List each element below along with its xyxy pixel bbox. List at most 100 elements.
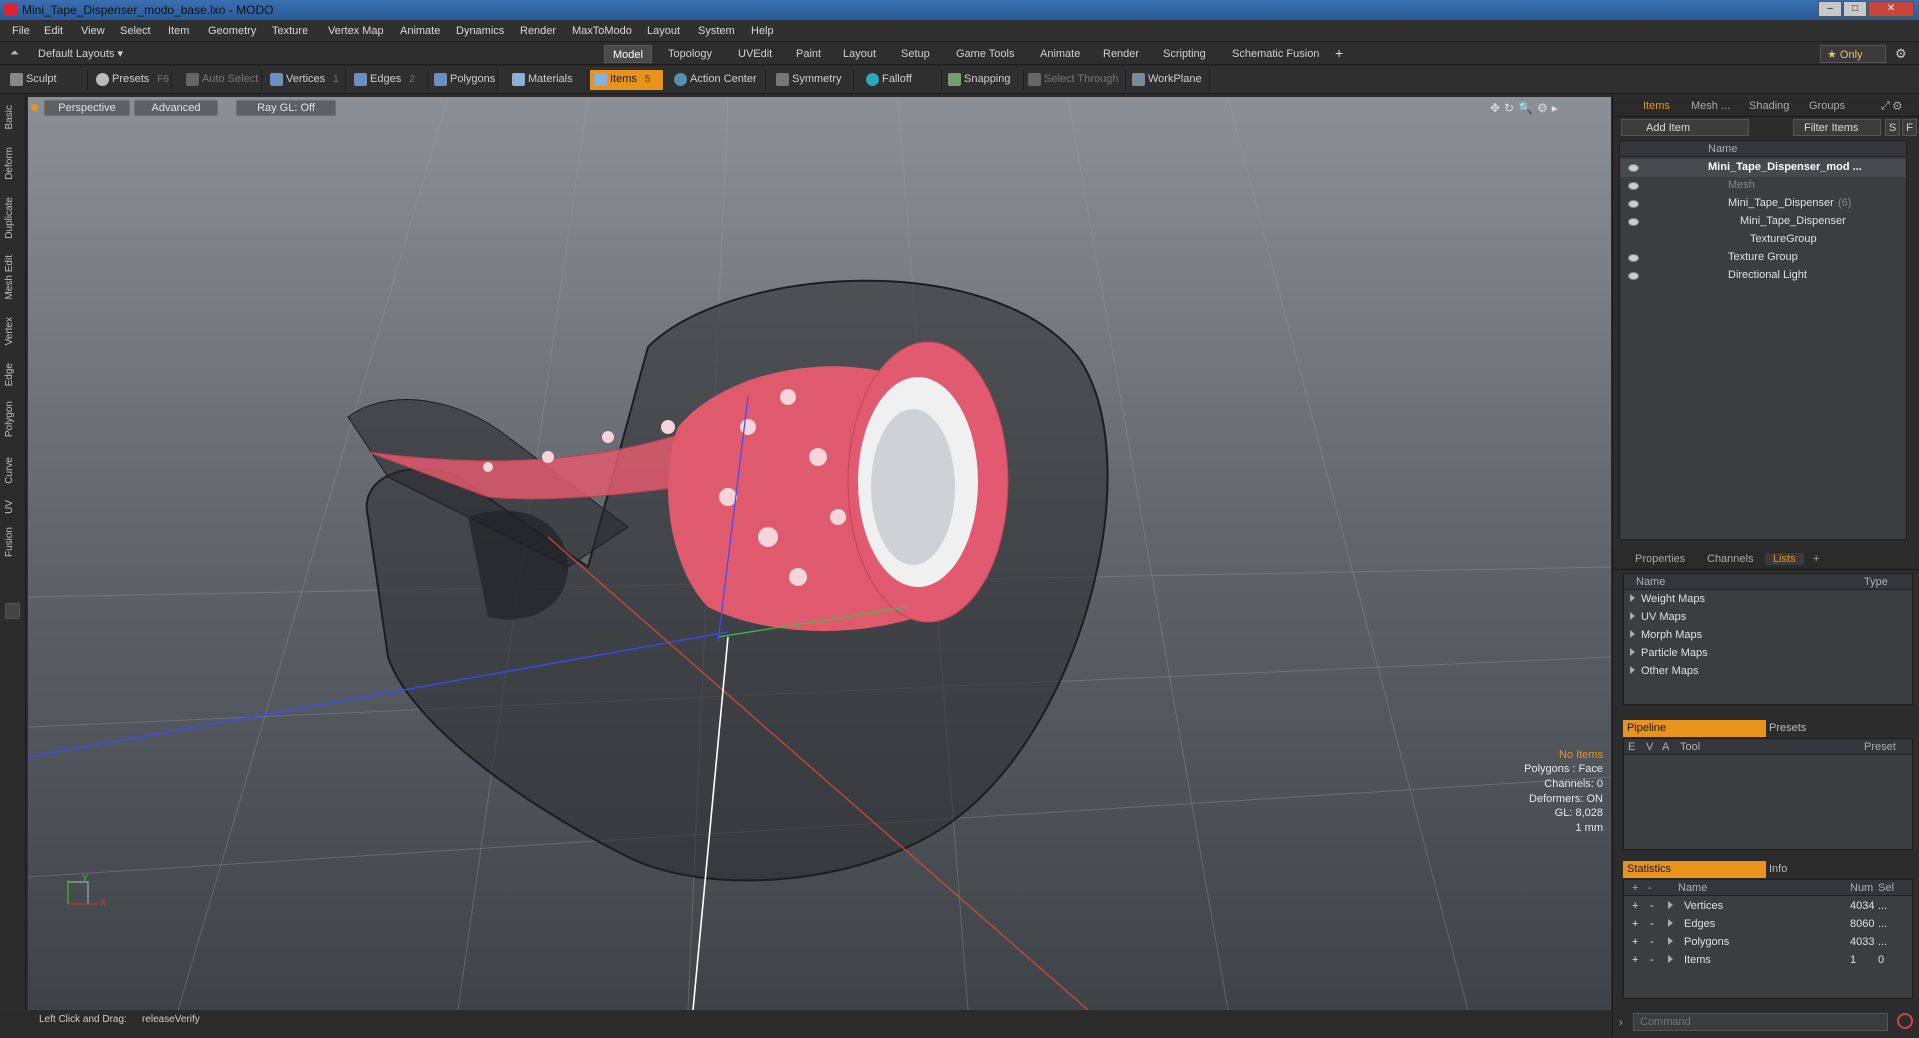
items-button[interactable]: Items 5 (590, 70, 664, 90)
polygons-button[interactable]: Polygons (430, 70, 498, 90)
table-row[interactable]: + - Items 1 0 (1624, 952, 1912, 970)
minimize-button[interactable]: – (1818, 1, 1842, 17)
eye-icon[interactable] (1628, 254, 1639, 262)
menu-vertex-map[interactable]: Vertex Map (328, 25, 384, 37)
stop-icon[interactable] (1897, 1013, 1913, 1029)
close-button[interactable]: ✕ (1868, 1, 1914, 17)
vtab-duplicate[interactable]: Duplicate (4, 197, 15, 239)
tab-items[interactable]: Items (1643, 100, 1670, 112)
vtab-mesh-edit[interactable]: Mesh Edit (4, 255, 15, 299)
tab-animate[interactable]: Animate (1032, 45, 1088, 63)
tab-game-tools[interactable]: Game Tools (948, 45, 1023, 63)
vtab-uv[interactable]: UV (4, 500, 15, 514)
item-row[interactable]: Texture Group (1620, 249, 1906, 267)
vtab-deform[interactable]: Deform (4, 147, 15, 180)
list-item[interactable]: Morph Maps (1630, 629, 1702, 647)
tab-toggle-button[interactable] (5, 603, 20, 619)
vtab-curve[interactable]: Curve (4, 457, 15, 484)
item-row[interactable]: Mini_Tape_Dispenser (1620, 213, 1906, 231)
workplane-button[interactable]: WorkPlane (1128, 70, 1210, 90)
eye-icon[interactable] (1628, 218, 1639, 226)
tab-shading[interactable]: Shading (1749, 100, 1789, 112)
tab-groups[interactable]: Groups (1809, 100, 1845, 112)
tab-info[interactable]: Info (1769, 863, 1787, 875)
item-row[interactable]: TextureGroup (1620, 231, 1906, 249)
maximize-button[interactable]: □ (1843, 1, 1867, 17)
action-center-button[interactable]: Action Center (670, 70, 766, 90)
vtab-fusion[interactable]: Fusion (4, 527, 15, 557)
layout-preset-dropdown[interactable]: Default Layouts ▾ (38, 47, 123, 60)
tab-uvedit[interactable]: UVEdit (730, 45, 780, 63)
snapping-button[interactable]: Snapping (944, 70, 1024, 90)
only-toggle[interactable]: ★ Only (1820, 45, 1886, 63)
menu-select[interactable]: Select (120, 25, 151, 37)
list-item[interactable]: UV Maps (1630, 611, 1686, 629)
tab-render[interactable]: Render (1095, 45, 1147, 63)
vtab-basic[interactable]: Basic (4, 105, 15, 129)
tab-model[interactable]: Model (604, 45, 652, 63)
menu-help[interactable]: Help (751, 25, 774, 37)
eye-icon[interactable] (1628, 164, 1639, 172)
tab-properties[interactable]: Properties (1635, 553, 1685, 565)
layout-toggle-icon[interactable]: ⏶ (10, 47, 19, 60)
menu-system[interactable]: System (698, 25, 735, 37)
tab-paint[interactable]: Paint (788, 45, 829, 63)
list-item[interactable]: Particle Maps (1630, 647, 1708, 665)
materials-button[interactable]: Materials (508, 70, 588, 90)
tab-presets[interactable]: Presets (1769, 722, 1806, 734)
menu-render[interactable]: Render (520, 25, 556, 37)
menu-item[interactable]: Item (168, 25, 189, 37)
item-row[interactable]: Mesh (1620, 177, 1906, 195)
table-row[interactable]: + - Edges 8060... (1624, 916, 1912, 934)
tab-channels[interactable]: Channels (1707, 553, 1753, 565)
menu-edit[interactable]: Edit (44, 25, 63, 37)
add-tab-button[interactable]: + (1335, 45, 1343, 61)
s-toggle[interactable]: S (1885, 119, 1900, 136)
presets-button[interactable]: Presets F6 (92, 70, 172, 90)
menu-file[interactable]: File (12, 25, 30, 37)
menu-maxtomodo[interactable]: MaxToModo (572, 25, 632, 37)
tab-pipeline[interactable]: Pipeline (1623, 720, 1766, 737)
tab-scripting[interactable]: Scripting (1155, 45, 1214, 63)
vtab-edge[interactable]: Edge (4, 363, 15, 386)
edges-button[interactable]: Edges 2 (350, 70, 428, 90)
tab-layout[interactable]: Layout (835, 45, 884, 63)
eye-icon[interactable] (1628, 182, 1639, 190)
symmetry-button[interactable]: Symmetry (772, 70, 854, 90)
tab-statistics[interactable]: Statistics (1623, 861, 1766, 878)
menu-dynamics[interactable]: Dynamics (456, 25, 504, 37)
menu-animate[interactable]: Animate (400, 25, 440, 37)
command-input[interactable] (1633, 1013, 1888, 1031)
panel-options-icon[interactable]: ⤢ ⚙ (1881, 100, 1902, 113)
auto-select-button[interactable]: Auto Select (182, 70, 262, 90)
filter-items-input[interactable]: Filter Items (1793, 119, 1881, 136)
table-row[interactable]: + - Polygons 4033... (1624, 934, 1912, 952)
add-tab-button[interactable]: + (1813, 553, 1819, 565)
3d-viewport[interactable]: Perspective Advanced Ray GL: Off ✥↻🔍⚙▸ X… (28, 97, 1611, 1010)
falloff-button[interactable]: Falloff (862, 70, 942, 90)
select-through-button[interactable]: Select Through (1024, 70, 1126, 90)
item-row[interactable]: Mini_Tape_Dispenser (6) (1620, 195, 1906, 213)
eye-icon[interactable] (1628, 200, 1639, 208)
vtab-vertex[interactable]: Vertex (4, 317, 15, 345)
vtab-polygon[interactable]: Polygon (4, 401, 15, 437)
tab-mesh[interactable]: Mesh ... (1691, 100, 1730, 112)
eye-icon[interactable] (1628, 272, 1639, 280)
menu-texture[interactable]: Texture (272, 25, 308, 37)
tab-schematic-fusion[interactable]: Schematic Fusion (1224, 45, 1327, 63)
tab-lists[interactable]: Lists (1765, 553, 1804, 565)
f-toggle[interactable]: F (1902, 119, 1917, 136)
menu-view[interactable]: View (81, 25, 105, 37)
sculpt-button[interactable]: Sculpt (6, 70, 88, 90)
item-row[interactable]: Directional Light (1620, 267, 1906, 285)
menu-layout[interactable]: Layout (647, 25, 680, 37)
menu-geometry[interactable]: Geometry (208, 25, 256, 37)
list-item[interactable]: Other Maps (1630, 665, 1698, 683)
gear-icon[interactable]: ⚙ (1895, 46, 1907, 62)
tab-setup[interactable]: Setup (893, 45, 938, 63)
tab-topology[interactable]: Topology (660, 45, 720, 63)
vertices-button[interactable]: Vertices 1 (266, 70, 346, 90)
list-item[interactable]: Weight Maps (1630, 593, 1705, 611)
add-item-button[interactable]: Add Item (1621, 119, 1749, 136)
table-row[interactable]: + - Vertices 4034... (1624, 898, 1912, 916)
